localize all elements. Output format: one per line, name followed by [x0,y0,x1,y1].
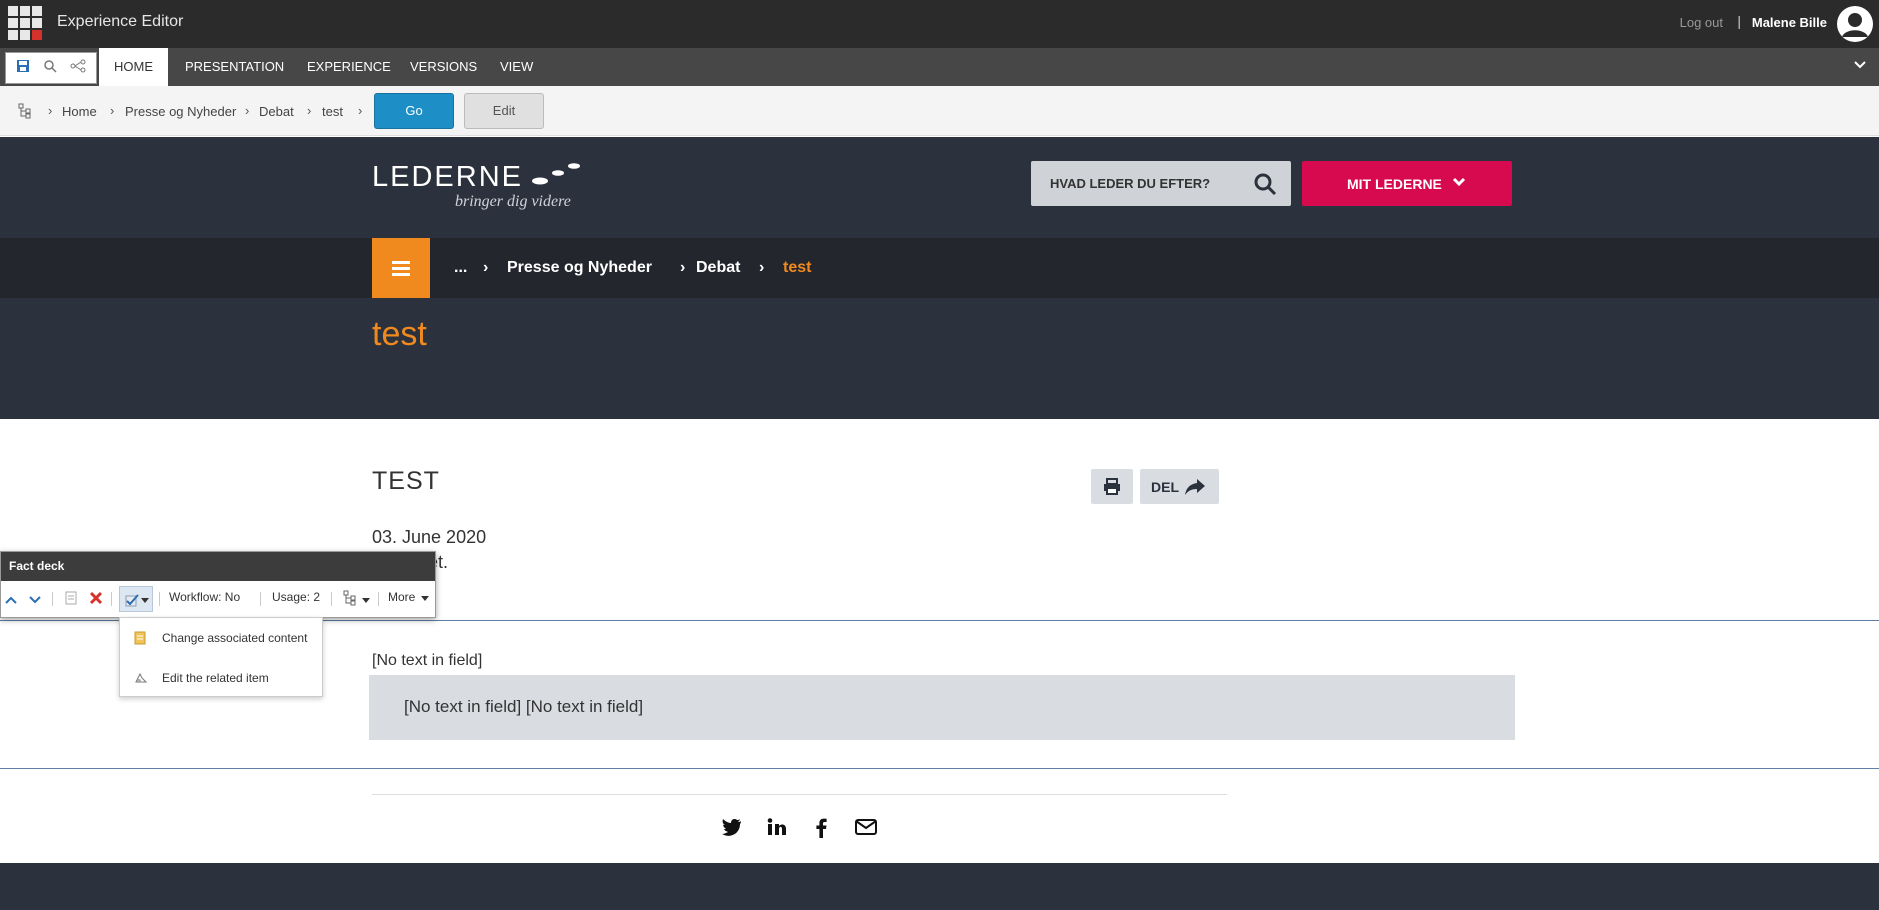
tree-icon[interactable] [343,590,357,611]
nav-crumb-presse[interactable]: Presse og Nyheder [507,259,652,277]
fact-deck-toolbar: Fact deck Workflow: No Usage: 2 More [0,551,436,618]
chevron-right-icon: › [245,103,250,118]
divider [0,768,1879,769]
fact-deck-title: Fact deck [1,552,435,581]
workflow-status: Workflow: No [169,590,241,604]
delete-icon[interactable] [89,591,103,610]
insert-icon[interactable] [65,591,77,610]
usage-count[interactable]: Usage: 2 [272,590,320,604]
linkedin-icon[interactable] [767,818,787,841]
empty-field[interactable]: [No text in field] [372,652,482,670]
facebook-icon[interactable] [815,818,827,843]
top-bar: Experience Editor Log out | Malene Bille [0,0,1879,48]
breadcrumb-presse[interactable]: Presse og Nyheder [125,104,236,119]
chevron-right-icon: › [358,103,363,118]
chevron-right-icon: › [759,259,765,276]
edit-related-icon [134,671,148,689]
site-logo[interactable]: LEDERNE bringer dig videre [372,161,580,210]
fact-box-text: [No text in field] [No text in field] [404,697,644,716]
chevron-right-icon: › [680,259,686,276]
more-menu[interactable]: More [388,590,415,604]
chevron-right-icon: › [307,103,312,118]
caret-down-icon[interactable] [362,598,370,603]
logout-link[interactable]: Log out [1680,15,1723,30]
app-launcher-icon[interactable] [8,6,42,40]
site-search-input[interactable]: HVAD LEDER DU EFTER? [1031,161,1291,206]
page-title: test [372,315,427,353]
article-title[interactable]: TEST [372,467,440,496]
print-button[interactable] [1091,469,1133,504]
mit-lederne-button[interactable]: MIT LEDERNE [1302,161,1512,206]
checklist-icon [125,594,139,607]
logo-tagline: bringer dig videre [455,193,571,210]
nav-crumb-ellipsis[interactable]: ... [454,259,467,277]
logo-text: LEDERNE [372,161,523,193]
tab-versions[interactable]: VERSIONS [395,48,492,86]
breadcrumb: › Home › Presse og Nyheder › Debat › tes… [0,86,1879,136]
fact-box[interactable]: [No text in field] [No text in field] [369,675,1515,740]
search-icon[interactable] [43,59,57,78]
tab-presentation[interactable]: PRESENTATION [170,48,299,86]
app-title: Experience Editor [57,13,184,30]
chevron-down-icon [1452,175,1466,192]
nav-crumb-debat[interactable]: Debat [696,259,740,277]
associated-content-dropdown[interactable] [119,586,153,612]
menu-item-change-content[interactable]: Change associated content [120,620,324,656]
mit-lederne-label: MIT LEDERNE [1347,176,1442,192]
divider [372,794,1227,795]
search-icon[interactable] [1253,172,1277,201]
breadcrumb-test[interactable]: test [322,104,343,119]
email-icon[interactable] [855,818,877,841]
chevron-right-icon: › [48,103,53,118]
logo-dots-icon [532,163,580,185]
save-icon[interactable] [16,59,30,78]
go-button[interactable]: Go [374,93,454,129]
tab-experience[interactable]: EXPERIENCE [292,48,406,86]
avatar[interactable] [1837,6,1873,42]
breadcrumb-home[interactable]: Home [62,104,97,119]
twitter-icon[interactable] [722,818,742,841]
nav-crumb-current: test [783,259,812,276]
chevron-up-icon[interactable] [5,592,17,610]
chevron-down-icon[interactable] [1853,58,1867,77]
username: Malene Bille [1751,15,1827,30]
chevron-right-icon: › [483,259,489,276]
quick-access-bar [5,52,97,84]
tab-view[interactable]: VIEW [485,48,548,86]
search-placeholder: HVAD LEDER DU EFTER? [1050,176,1211,191]
menu-item-edit-related[interactable]: Edit the related item [120,660,324,696]
chevron-down-icon[interactable] [29,592,41,610]
breadcrumb-debat[interactable]: Debat [259,104,294,119]
tab-home[interactable]: HOME [99,48,168,86]
edit-button[interactable]: Edit [464,93,544,129]
caret-down-icon [141,598,149,603]
share-label: DEL [1151,479,1179,495]
tree-icon[interactable] [18,103,32,124]
content-icon [134,631,146,650]
menu-item-label: Change associated content [162,631,308,645]
site-footer [0,863,1879,910]
caret-down-icon[interactable] [421,596,429,601]
ribbon: HOME PRESENTATION EXPERIENCE VERSIONS VI… [0,48,1879,86]
navigation-tree-icon[interactable] [70,59,86,78]
share-arrow-icon [1185,479,1205,495]
site-nav: ... › Presse og Nyheder › Debat › test [0,238,1879,298]
menu-item-label: Edit the related item [162,671,269,685]
associated-content-menu: Change associated content Edit the relat… [119,617,323,697]
print-icon [1104,478,1120,495]
chevron-right-icon: › [110,103,115,118]
separator: | [1737,13,1741,29]
site-header: LEDERNE bringer dig videre HVAD LEDER DU… [0,137,1879,238]
title-area: test [0,298,1879,419]
hamburger-menu-icon[interactable] [372,238,430,298]
share-button[interactable]: DEL [1140,469,1219,504]
article-date: 03. June 2020 [372,527,487,547]
